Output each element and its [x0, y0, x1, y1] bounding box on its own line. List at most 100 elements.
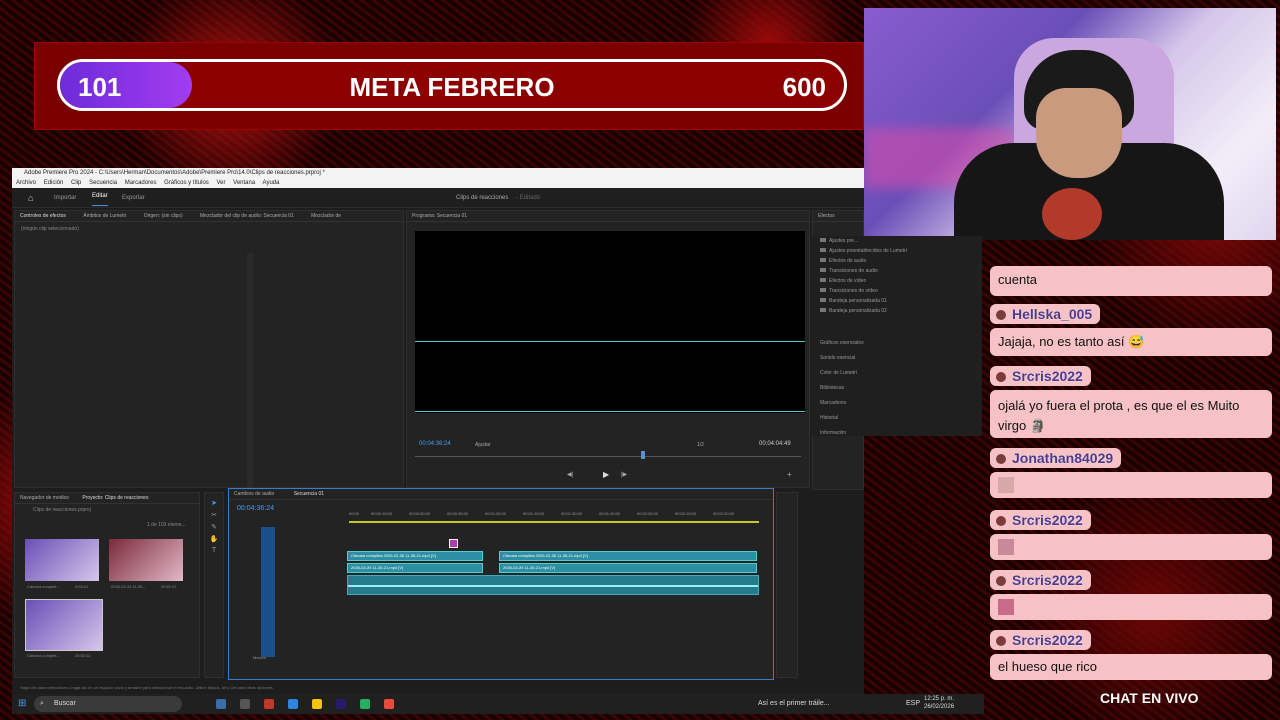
razor-tool-icon[interactable]: ✂ — [205, 511, 223, 519]
audio-meters — [776, 492, 798, 678]
bin-dur-1: 2:53:41 — [75, 584, 89, 589]
taskbar-search[interactable]: ⌕ Buscar — [34, 696, 182, 712]
tab-importar[interactable]: Importar — [54, 188, 76, 208]
chat-message: Jajaja, no es tanto así 😅 — [990, 328, 1272, 356]
menu-graficos[interactable]: Gráficos y títulos — [164, 180, 209, 186]
clock-time: 12:25 p. m. — [924, 696, 955, 702]
work-area-bar[interactable] — [349, 521, 759, 523]
effects-folder[interactable]: Transiciones de vídeo — [812, 286, 982, 296]
panel-libraries[interactable]: Bibliotecas — [812, 381, 982, 396]
track-targets[interactable] — [261, 527, 275, 657]
badge-icon — [996, 636, 1006, 646]
clip-v1-1[interactable]: 2026-02-26 11-35-21.mp4 [V] — [347, 563, 483, 573]
panel-essential-graphics[interactable]: Gráficos esenciales — [812, 336, 982, 351]
menu-ver[interactable]: Ver — [216, 180, 225, 186]
chat-message — [990, 534, 1272, 560]
menu-edicion[interactable]: Edición — [44, 180, 64, 186]
play-button[interactable]: ▶ — [603, 470, 609, 479]
menu-ayuda[interactable]: Ayuda — [263, 180, 280, 186]
chat-user: Srcris2022 — [990, 366, 1091, 386]
effects-folder[interactable]: Bandeja personalizada 02 — [812, 306, 982, 316]
panel-info[interactable]: Información — [812, 426, 982, 441]
pen-tool-icon[interactable]: ✎ — [205, 523, 223, 531]
effects-folder[interactable]: Bandeja personalizada 01 — [812, 296, 982, 306]
panel-lumetri-color[interactable]: Color de Lumetri — [812, 366, 982, 381]
effects-folder[interactable]: Efectos de audio — [812, 256, 982, 266]
fit-dropdown[interactable]: Ajustar — [475, 442, 491, 448]
whatsapp-icon[interactable] — [360, 699, 370, 709]
panel-divider — [247, 253, 253, 487]
tab-lumetri-scopes[interactable]: Ámbitos de Lumetri — [83, 213, 126, 219]
ruler-tick: 00:02:15:00 — [675, 511, 697, 516]
panel-markers[interactable]: Marcadores — [812, 396, 982, 411]
audio-clip[interactable] — [347, 575, 759, 595]
scrub-bar[interactable] — [415, 456, 801, 457]
hand-tool-icon[interactable]: ✋ — [205, 535, 223, 543]
menu-marcadores[interactable]: Marcadores — [125, 180, 157, 186]
bin-thumb-1[interactable] — [25, 539, 99, 581]
selection-tool-icon[interactable]: ➤ — [205, 499, 223, 507]
notification-text[interactable]: Así es el primer tráile... — [758, 700, 830, 707]
playhead-marker[interactable] — [641, 451, 645, 459]
timeline-panel: Cambios de audio Secuencia 01 00:04:36:2… — [228, 488, 774, 680]
bin-thumb-2[interactable] — [109, 539, 183, 581]
quality-dropdown[interactable]: 1/2 — [697, 442, 704, 448]
tab-source[interactable]: Origen: (sin clips) — [144, 213, 183, 219]
home-icon[interactable]: ⌂ — [28, 188, 33, 208]
tab-editar[interactable]: Editar — [92, 188, 108, 206]
app-icon[interactable] — [216, 699, 226, 709]
type-tool-icon[interactable]: T — [205, 547, 223, 554]
effects-folder[interactable]: Transiciones de audio — [812, 266, 982, 276]
effect-controls-panel: Controles de efectos Ámbitos de Lumetri … — [14, 210, 404, 488]
folder-icon[interactable] — [312, 699, 322, 709]
premiere-icon[interactable] — [336, 699, 346, 709]
project-status: - Editado — [516, 195, 541, 201]
chat-user: Hellska_005 — [990, 304, 1101, 324]
timeline-ruler[interactable]: 00:00 00:00:15:00 00:00:30:00 00:00:45:0… — [349, 511, 749, 517]
panel-essential-sound[interactable]: Sonido esencial — [812, 351, 982, 366]
effects-folder[interactable]: Efectos de vídeo — [812, 276, 982, 286]
app-icon[interactable] — [240, 699, 250, 709]
chat-message: cuenta — [990, 266, 1272, 296]
clip-v1-2[interactable]: 2026-02-26 11-35-21.mp4 [V] — [499, 563, 757, 573]
track-mix-label: Mezcla — [253, 655, 266, 660]
menu-secuencia[interactable]: Secuencia — [89, 180, 117, 186]
tab-sequence-01[interactable]: Secuencia 01 — [294, 491, 324, 497]
tab-exportar[interactable]: Exportar — [122, 188, 145, 208]
effects-folder[interactable]: Ajustes pre... — [812, 236, 982, 246]
app-icon[interactable] — [264, 699, 274, 709]
timeline-timecode[interactable]: 00:04:36:24 — [237, 505, 274, 512]
tab-effect-controls[interactable]: Controles de efectos — [20, 213, 66, 219]
clock[interactable]: 12:25 p. m. 26/02/2026 — [924, 695, 954, 711]
menu-clip[interactable]: Clip — [71, 180, 81, 186]
tab-audio-changes[interactable]: Cambios de audio — [234, 491, 274, 497]
windows-start-icon[interactable]: ⊞ — [18, 698, 26, 709]
add-button[interactable]: + — [787, 470, 792, 479]
panel-history[interactable]: Historial — [812, 411, 982, 426]
tab-media-browser[interactable]: Navegador de medios — [20, 495, 69, 501]
step-back-button[interactable]: ◀| — [567, 471, 573, 478]
menu-ventana[interactable]: Ventana — [233, 180, 255, 186]
items-count: 1 de 103 eleme... — [147, 522, 186, 528]
clock-date: 26/02/2026 — [924, 704, 955, 710]
clip-v2-2[interactable]: Cámara completa 2026-02-26 11-35-21.mp4 … — [499, 551, 757, 561]
tab-audio-mixer[interactable]: Mezclador del clip de audio: Secuencia 0… — [200, 213, 294, 219]
ruler-tick: 00:00:45:00 — [447, 511, 469, 516]
clip-v2-1[interactable]: Cámara completa 2026-02-26 11-35-21.mp4 … — [347, 551, 483, 561]
step-forward-button[interactable]: |▶ — [621, 471, 627, 478]
tab-project[interactable]: Proyecto: Clips de reacciones — [82, 495, 148, 501]
tab-mixer-more[interactable]: Mezclador de — [311, 213, 341, 219]
bin-thumb-3[interactable] — [25, 599, 103, 651]
edge-icon[interactable] — [288, 699, 298, 709]
program-tab[interactable]: Programa: Secuencia 01 — [407, 211, 809, 222]
program-timecode[interactable]: 00:04:36:24 — [419, 441, 451, 447]
menu-archivo[interactable]: Archivo — [16, 180, 36, 186]
ruler-tick: 00:00 — [349, 511, 360, 516]
effects-folder[interactable]: Ajustes preestablecidos de Lumetri — [812, 246, 982, 256]
chat-message — [990, 472, 1272, 498]
language-indicator[interactable]: ESP — [906, 700, 920, 707]
effects-title[interactable]: Efectos — [813, 211, 863, 222]
chat-text: el hueso que rico — [998, 659, 1098, 674]
chrome-icon[interactable] — [384, 699, 394, 709]
playhead-handle[interactable] — [449, 539, 458, 548]
